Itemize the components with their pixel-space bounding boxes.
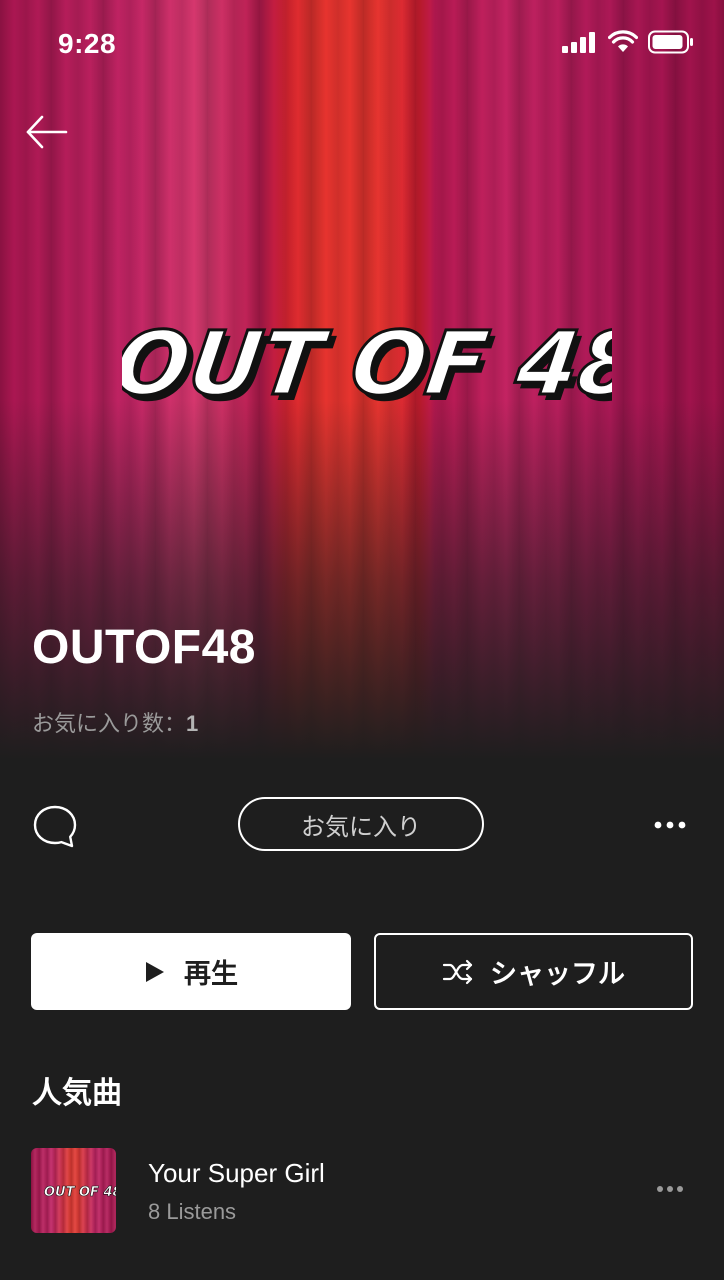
- battery-icon: [648, 30, 693, 54]
- play-button-label: 再生: [184, 959, 238, 989]
- track-artwork: OUT OF 48: [31, 1148, 116, 1233]
- shuffle-button[interactable]: シャッフル: [374, 933, 693, 1010]
- shuffle-button-label: シャッフル: [490, 959, 625, 989]
- wifi-icon: [608, 30, 638, 52]
- track-artwork-logo-text: OUT OF 48: [44, 1185, 116, 1200]
- popular-tracks-title: 人気曲: [32, 1077, 122, 1110]
- track-artwork-logo: OUT OF 48: [44, 1185, 116, 1201]
- ellipsis-icon: [657, 1186, 683, 1192]
- ellipsis-icon: [654, 821, 686, 829]
- favorite-button-label: お気に入り: [301, 813, 421, 841]
- track-row[interactable]: OUT OF 48 Your Super Girl 8 Listens: [0, 1146, 724, 1236]
- status-icons: [562, 30, 694, 54]
- play-button[interactable]: 再生: [31, 933, 351, 1010]
- back-button[interactable]: [24, 112, 72, 152]
- artist-page: OUT OF 48 OUT OF 48 9:28 OUTOF48 お気に入り数：…: [0, 0, 724, 1280]
- favorite-button[interactable]: お気に入り: [238, 797, 484, 851]
- favorites-count-label: お気に入り数：: [32, 711, 187, 736]
- more-options-button[interactable]: [648, 810, 692, 840]
- favorites-count-value: 1: [186, 711, 199, 736]
- chat-bubble-icon: [33, 805, 77, 848]
- track-listens: 8 Listens: [148, 1199, 237, 1224]
- arrow-left-icon: [26, 115, 68, 149]
- comment-button[interactable]: [32, 804, 78, 850]
- status-bar: 9:28: [0, 0, 724, 90]
- play-icon: [146, 961, 164, 982]
- track-title: Your Super Girl: [148, 1158, 325, 1188]
- favorites-count: お気に入り数：1: [32, 706, 198, 738]
- artist-name: OUTOF48: [32, 621, 256, 674]
- shuffle-icon: [442, 959, 473, 984]
- status-time: 9:28: [58, 28, 117, 59]
- cellular-signal-icon: [562, 32, 595, 53]
- track-more-button[interactable]: [652, 1176, 688, 1202]
